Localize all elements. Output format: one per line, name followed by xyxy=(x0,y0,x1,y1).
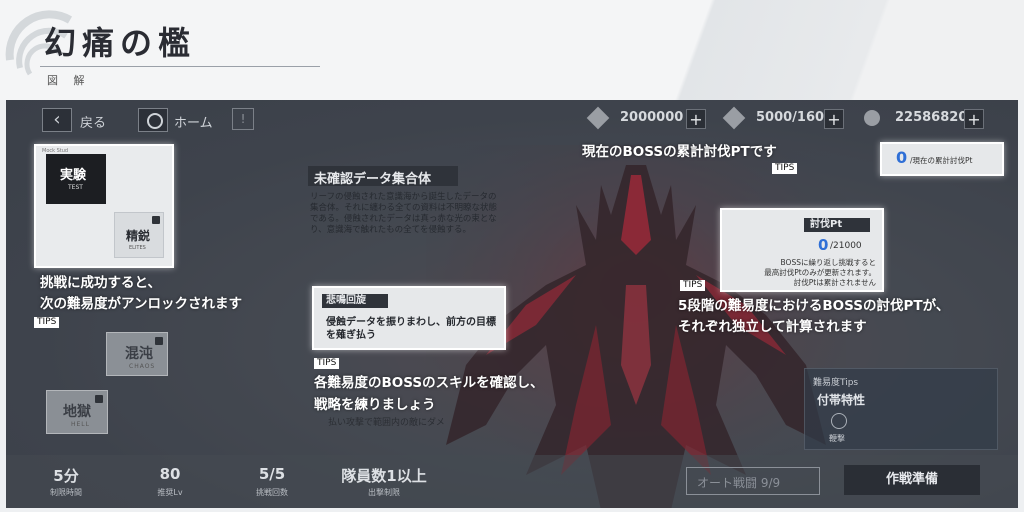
stat-value: 80 xyxy=(159,465,181,483)
pt-title: 討伐Pt xyxy=(804,218,870,232)
trait-icon xyxy=(831,413,847,429)
difficulty-label: 混沌 xyxy=(125,346,153,362)
add-resource-button[interactable]: + xyxy=(964,109,984,129)
resource-value: 22586820 xyxy=(895,110,968,125)
header-decoration xyxy=(624,0,1024,100)
coin-icon xyxy=(864,110,880,126)
difficulty-card-elites[interactable]: 精鋭 ELITES xyxy=(114,212,164,258)
pt-value: 0 xyxy=(818,236,829,254)
tip-pt-line1: 5段階の難易度におけるBOSSの討伐PTが、 xyxy=(678,298,950,314)
difficulty-label: 地獄 xyxy=(63,404,91,420)
difficulty-select-highlight: Mock Stud 実験 TEST 精鋭 ELITES xyxy=(34,144,174,268)
stat-label: 推奨Lv xyxy=(157,488,183,497)
difficulty-sub: CHAOS xyxy=(129,363,156,370)
difficulty-card-test[interactable]: 実験 TEST xyxy=(46,154,106,204)
trait-label: 付帯特性 xyxy=(817,393,866,407)
top-bar: ‹ 戻る ホーム ! 2000000 + 5000/160 + 22586820… xyxy=(6,100,1018,140)
bottom-bar: 5分 制限時間 80 推奨Lv 5/5 挑戦回数 隊員数1以上 出撃制限 オート… xyxy=(6,455,1018,508)
home-label[interactable]: ホーム xyxy=(174,112,213,131)
tips-panel-title: 難易度Tips xyxy=(813,378,859,388)
tip-cumulative: 現在のBOSSの累計討伐PTです xyxy=(582,144,777,160)
stat-value: 5/5 xyxy=(258,465,286,483)
stat-label: 出撃制限 xyxy=(368,488,400,497)
stat-value: 5分 xyxy=(53,467,79,485)
stat-label: 制限時間 xyxy=(50,488,82,497)
add-resource-button[interactable]: + xyxy=(824,109,844,129)
skill-name: 悲鳴回旋 xyxy=(322,294,388,308)
auto-battle-toggle[interactable]: オート戦闘 9/9 xyxy=(686,467,820,495)
tip-skill-line1: 各難易度のBOSSのスキルを確認し、 xyxy=(314,375,544,391)
info-icon: ! xyxy=(240,112,246,126)
boss-name: 未確認データ集合体 xyxy=(308,166,458,187)
tips-tag: TIPS xyxy=(772,163,798,174)
tip-unlock-line1: 挑戦に成功すると、 xyxy=(40,275,161,291)
resource-value: 2000000 xyxy=(620,110,684,125)
lock-icon xyxy=(95,395,103,403)
ticket-icon xyxy=(586,106,610,130)
pt-max: /21000 xyxy=(830,241,862,251)
difficulty-label: 実験 xyxy=(60,168,87,183)
difficulty-sub: ELITES xyxy=(129,245,146,251)
chevron-left-icon: ‹ xyxy=(53,109,61,130)
home-button[interactable] xyxy=(138,108,168,132)
info-button[interactable]: ! xyxy=(232,108,254,130)
tips-tag: TIPS xyxy=(314,358,340,369)
difficulty-card-chaos[interactable]: 混沌 CHAOS xyxy=(106,332,168,376)
lock-icon xyxy=(155,337,163,345)
trait-item: 鞭撃 xyxy=(829,434,845,443)
add-resource-button[interactable]: + xyxy=(686,109,706,129)
page-title: 幻痛の檻 xyxy=(44,24,197,62)
stamina-icon xyxy=(722,106,746,130)
resource-value: 5000/160 xyxy=(756,110,825,125)
difficulty-label: 精鋭 xyxy=(126,229,151,243)
difficulty-card-hell[interactable]: 地獄 HELL xyxy=(46,390,108,434)
pt-desc-line3: 討伐Ptは累計されません xyxy=(793,278,876,287)
boss-skill-highlight: 悲鳴回旋 侵蝕データを振りまわし、前方の目標を薙ぎ払う xyxy=(312,286,506,350)
cumulative-pt-value: 0 xyxy=(896,148,908,167)
tip-unlock-line2: 次の難易度がアンロックされます xyxy=(40,296,242,312)
back-label[interactable]: 戻る xyxy=(80,112,106,131)
skill-description-behind: 払い攻撃で範囲内の敵にダメ xyxy=(328,418,445,428)
tips-tag: TIPS xyxy=(34,317,60,328)
cumulative-pt-highlight: 0 /現在の累計討伐Pt xyxy=(880,142,1004,176)
lock-icon xyxy=(152,216,160,224)
page-header: 幻痛の檻 図 解 xyxy=(0,0,1024,100)
stat-value: 隊員数1以上 xyxy=(341,467,427,485)
boss-pt-highlight: 討伐Pt 0 /21000 BOSSに繰り返し挑戦すると 最高討伐Ptのみが更新… xyxy=(720,208,884,292)
prepare-battle-button[interactable]: 作戦準備 xyxy=(844,465,980,495)
difficulty-sub: TEST xyxy=(68,184,83,191)
difficulty-tips-panel: 難易度Tips 付帯特性 鞭撃 xyxy=(804,368,998,450)
cumulative-pt-label: /現在の累計討伐Pt xyxy=(910,156,973,165)
skill-description: 侵蝕データを振りまわし、前方の目標を薙ぎ払う xyxy=(326,317,496,341)
title-underline xyxy=(40,66,320,67)
boss-description: リーフの侵蝕された意識海から誕生したデータの集合体。それに纏わる全ての資料は不明… xyxy=(310,192,498,235)
tip-skill-line2: 戦略を練りましょう xyxy=(314,397,436,413)
back-button[interactable]: ‹ xyxy=(42,108,72,132)
difficulty-sub: HELL xyxy=(71,421,90,428)
tip-pt-line2: それぞれ独立して計算されます xyxy=(678,319,867,335)
page-subtitle: 図 解 xyxy=(47,74,91,87)
tips-tag: TIPS xyxy=(680,280,706,291)
stat-label: 挑戦回数 xyxy=(256,488,288,497)
